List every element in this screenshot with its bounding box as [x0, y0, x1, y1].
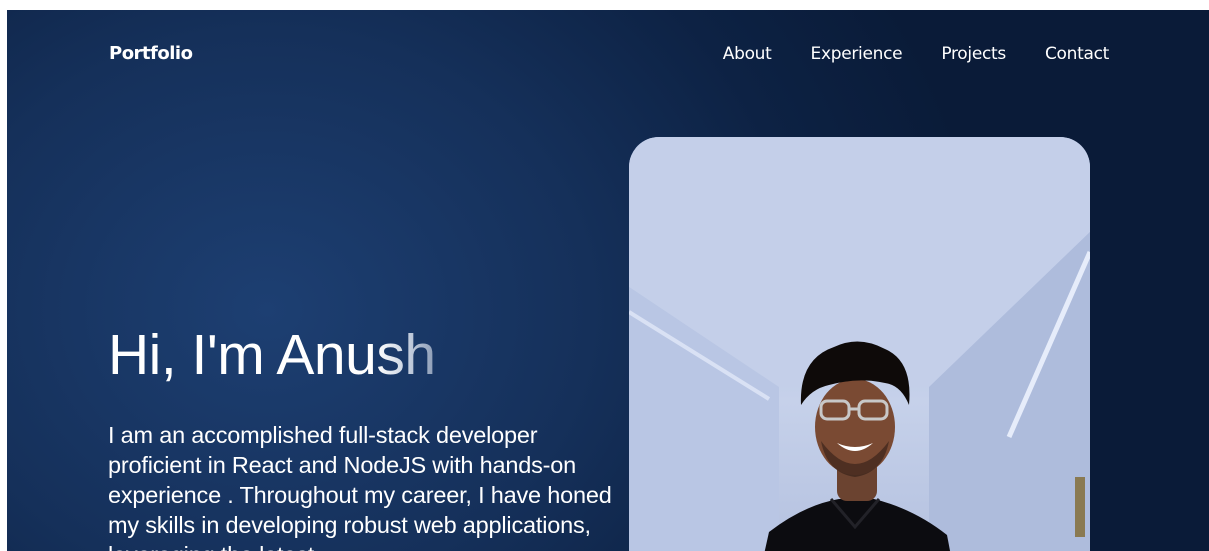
- profile-photo: [629, 137, 1090, 551]
- nav-links: About Experience Projects Contact: [723, 44, 1110, 64]
- hero-description: I am an accomplished full-stack develope…: [108, 422, 612, 551]
- hero-title: Hi, I'm Anush: [108, 322, 436, 388]
- logo[interactable]: Portfolio: [109, 43, 193, 64]
- hero-title-main: Hi, I'm Anu: [108, 323, 377, 387]
- hero-title-typing: sh: [376, 323, 436, 387]
- nav-link-projects[interactable]: Projects: [941, 44, 1006, 64]
- nav-link-contact[interactable]: Contact: [1045, 44, 1109, 64]
- nav-link-experience[interactable]: Experience: [811, 44, 903, 64]
- portfolio-page: Portfolio About Experience Projects Cont…: [7, 10, 1209, 551]
- navbar: Portfolio About Experience Projects Cont…: [7, 10, 1209, 100]
- nav-link-about[interactable]: About: [723, 44, 772, 64]
- profile-photo-illustration: [629, 137, 1090, 551]
